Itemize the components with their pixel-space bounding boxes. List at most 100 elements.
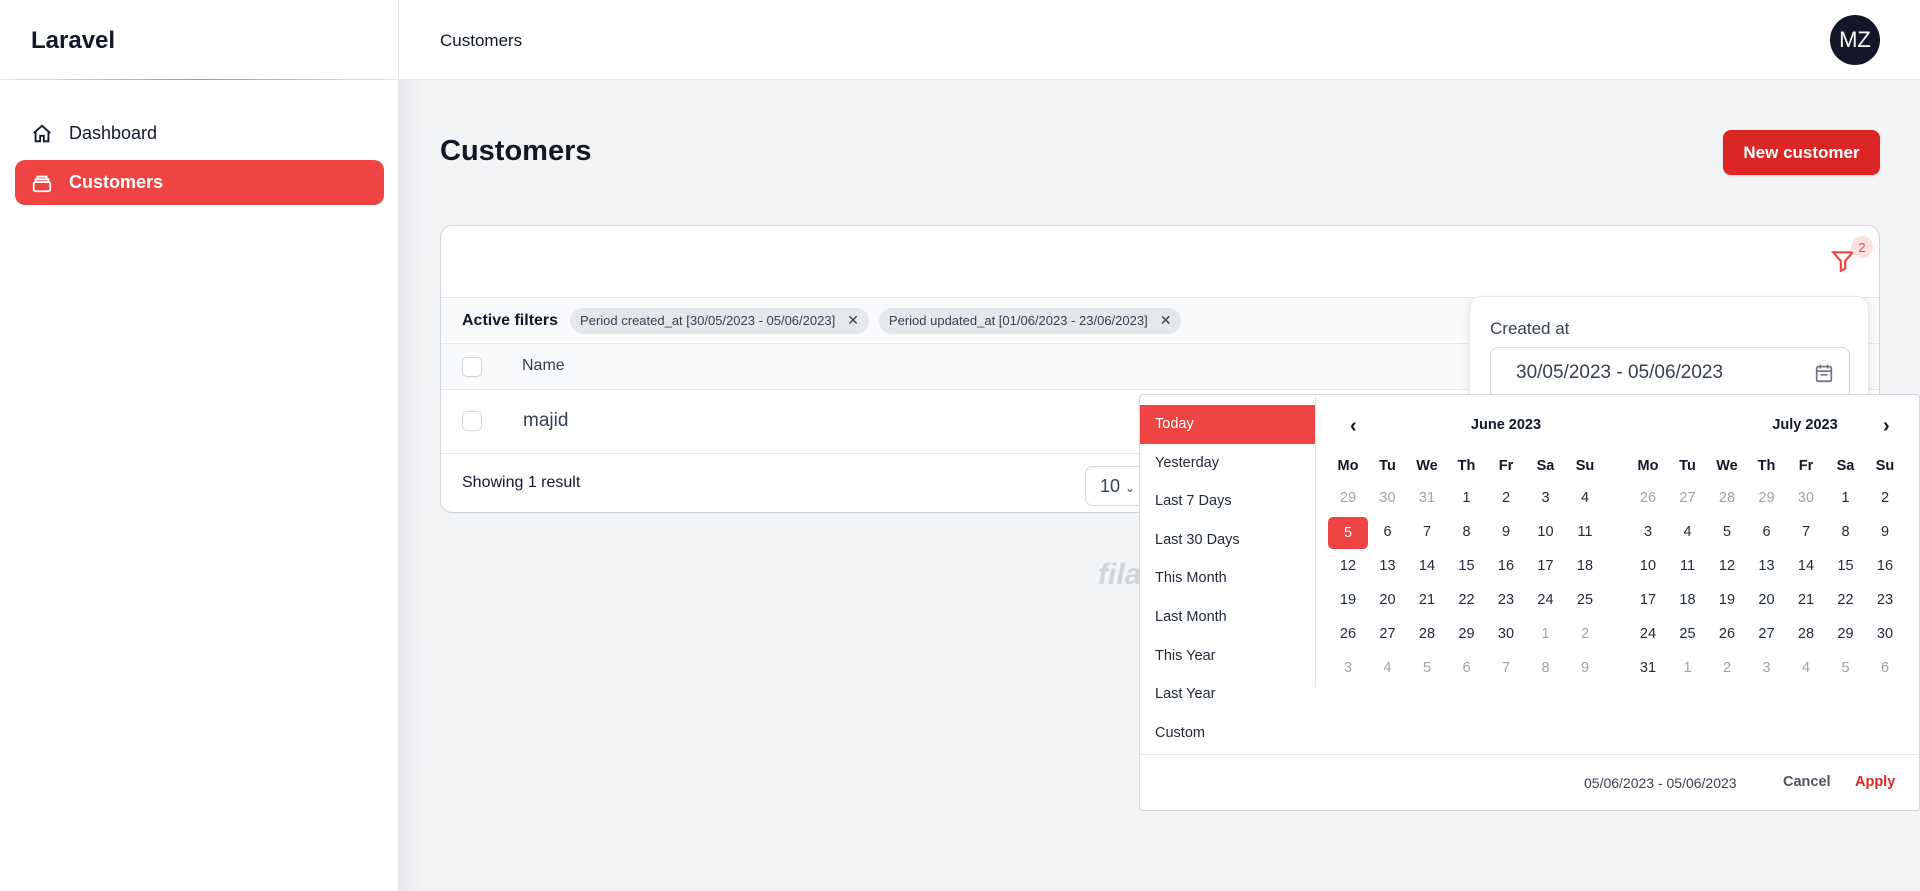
day-cell[interactable]: 16 (1865, 551, 1905, 581)
day-cell[interactable]: 25 (1565, 585, 1605, 615)
day-cell[interactable]: 8 (1447, 517, 1487, 547)
day-cell[interactable]: 19 (1707, 585, 1747, 615)
day-cell[interactable]: 21 (1786, 585, 1826, 615)
day-cell[interactable]: 4 (1565, 483, 1605, 513)
row-checkbox[interactable] (462, 411, 482, 431)
day-cell[interactable]: 10 (1526, 517, 1566, 547)
sidebar-item-dashboard[interactable]: Dashboard (15, 111, 384, 156)
day-cell[interactable]: 17 (1628, 585, 1668, 615)
day-cell[interactable]: 21 (1407, 585, 1447, 615)
day-cell[interactable]: 7 (1486, 653, 1526, 683)
day-cell[interactable]: 25 (1668, 619, 1708, 649)
column-header-name[interactable]: Name (522, 357, 565, 375)
day-cell[interactable]: 18 (1565, 551, 1605, 581)
selected-day[interactable]: 5 (1328, 517, 1368, 549)
day-cell[interactable]: 15 (1826, 551, 1866, 581)
day-cell[interactable]: 5 (1826, 653, 1866, 683)
apply-button[interactable]: Apply (1855, 774, 1895, 790)
day-cell[interactable]: 19 (1328, 585, 1368, 615)
day-cell[interactable]: 11 (1668, 551, 1708, 581)
day-cell[interactable]: 7 (1786, 517, 1826, 547)
range-option[interactable]: Last 7 Days (1140, 482, 1315, 521)
day-cell[interactable]: 26 (1628, 483, 1668, 513)
day-cell[interactable]: 5 (1407, 653, 1447, 683)
chevron-left-icon[interactable]: ‹ (1350, 415, 1357, 438)
day-cell[interactable]: 1 (1526, 619, 1566, 649)
day-cell[interactable]: 6 (1368, 517, 1408, 547)
day-cell[interactable]: 12 (1707, 551, 1747, 581)
day-cell[interactable]: 24 (1628, 619, 1668, 649)
range-option[interactable]: Last 30 Days (1140, 521, 1315, 560)
day-cell[interactable]: 4 (1786, 653, 1826, 683)
day-cell[interactable]: 14 (1407, 551, 1447, 581)
range-option[interactable]: Custom (1140, 714, 1315, 753)
range-option[interactable]: This Month (1140, 559, 1315, 598)
day-cell[interactable]: 3 (1526, 483, 1566, 513)
day-cell[interactable]: 1 (1826, 483, 1866, 513)
day-cell[interactable]: 4 (1368, 653, 1408, 683)
day-cell[interactable]: 20 (1368, 585, 1408, 615)
day-cell[interactable]: 30 (1368, 483, 1408, 513)
range-option[interactable]: Yesterday (1140, 444, 1315, 483)
cancel-button[interactable]: Cancel (1783, 774, 1831, 790)
day-cell[interactable]: 26 (1707, 619, 1747, 649)
day-cell[interactable]: 27 (1668, 483, 1708, 513)
day-cell[interactable]: 10 (1628, 551, 1668, 581)
day-cell[interactable]: 23 (1486, 585, 1526, 615)
day-cell[interactable]: 8 (1526, 653, 1566, 683)
day-cell[interactable]: 13 (1747, 551, 1787, 581)
day-cell[interactable]: 1 (1447, 483, 1487, 513)
day-cell[interactable]: 28 (1786, 619, 1826, 649)
close-icon[interactable]: ✕ (847, 312, 859, 329)
new-customer-button[interactable]: New customer (1723, 130, 1880, 175)
day-cell[interactable]: 30 (1486, 619, 1526, 649)
breadcrumb[interactable]: Customers (440, 31, 522, 51)
day-cell[interactable]: 31 (1407, 483, 1447, 513)
day-cell[interactable]: 7 (1407, 517, 1447, 547)
select-all-checkbox[interactable] (462, 357, 482, 377)
day-cell[interactable]: 22 (1447, 585, 1487, 615)
day-cell[interactable]: 28 (1407, 619, 1447, 649)
day-cell[interactable]: 20 (1747, 585, 1787, 615)
day-cell[interactable]: 28 (1707, 483, 1747, 513)
day-cell[interactable]: 16 (1486, 551, 1526, 581)
day-cell[interactable]: 9 (1865, 517, 1905, 547)
day-cell[interactable]: 6 (1447, 653, 1487, 683)
day-cell[interactable]: 5 (1707, 517, 1747, 547)
range-option[interactable]: Last Month (1140, 598, 1315, 637)
day-cell[interactable]: 6 (1865, 653, 1905, 683)
range-option[interactable]: Today (1140, 405, 1315, 444)
day-cell[interactable]: 14 (1786, 551, 1826, 581)
day-cell[interactable]: 30 (1865, 619, 1905, 649)
day-cell[interactable]: 22 (1826, 585, 1866, 615)
day-cell[interactable]: 31 (1628, 653, 1668, 683)
day-cell[interactable]: 18 (1668, 585, 1708, 615)
day-cell[interactable]: 2 (1565, 619, 1605, 649)
day-cell[interactable]: 30 (1786, 483, 1826, 513)
day-cell[interactable]: 12 (1328, 551, 1368, 581)
day-cell[interactable]: 2 (1486, 483, 1526, 513)
created-at-date-range-input[interactable]: 30/05/2023 - 05/06/2023 (1490, 347, 1850, 399)
day-cell[interactable]: 9 (1486, 517, 1526, 547)
day-cell[interactable]: 17 (1526, 551, 1566, 581)
day-cell[interactable]: 9 (1565, 653, 1605, 683)
day-cell[interactable]: 11 (1565, 517, 1605, 547)
day-cell[interactable]: 26 (1328, 619, 1368, 649)
day-cell[interactable]: 3 (1628, 517, 1668, 547)
range-option[interactable]: Last Year (1140, 675, 1315, 714)
day-cell[interactable]: 23 (1865, 585, 1905, 615)
day-cell[interactable]: 2 (1707, 653, 1747, 683)
day-cell[interactable]: 15 (1447, 551, 1487, 581)
day-cell[interactable]: 4 (1668, 517, 1708, 547)
day-cell[interactable]: 29 (1447, 619, 1487, 649)
close-icon[interactable]: ✕ (1160, 312, 1172, 329)
range-option[interactable]: This Year (1140, 637, 1315, 676)
avatar[interactable]: MZ (1830, 15, 1880, 65)
day-cell[interactable]: 1 (1668, 653, 1708, 683)
day-cell[interactable]: 6 (1747, 517, 1787, 547)
day-cell[interactable]: 29 (1747, 483, 1787, 513)
day-cell[interactable]: 3 (1747, 653, 1787, 683)
day-cell[interactable]: 29 (1826, 619, 1866, 649)
sidebar-item-customers[interactable]: Customers (15, 160, 384, 205)
day-cell[interactable]: 29 (1328, 483, 1368, 513)
